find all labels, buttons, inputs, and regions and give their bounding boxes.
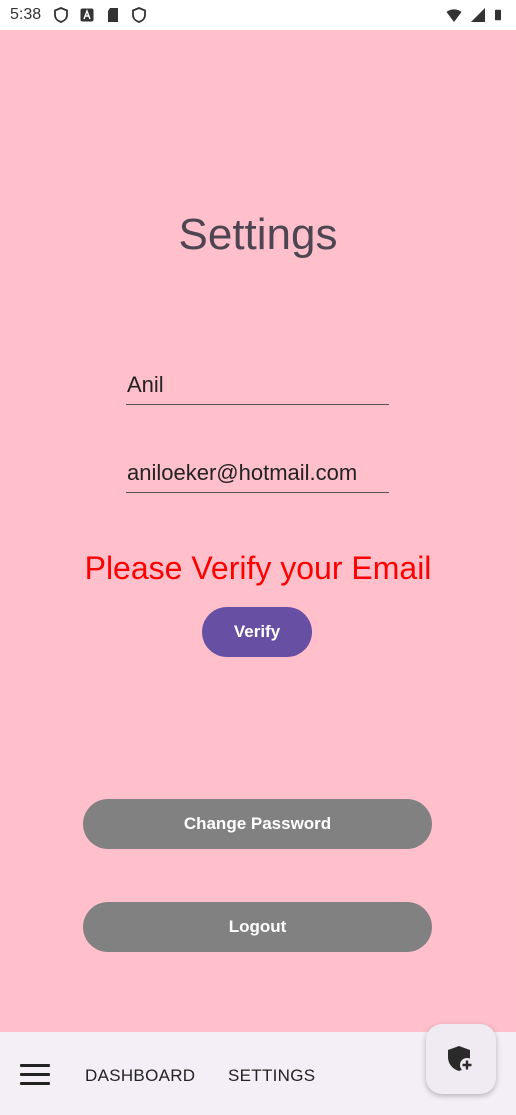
shield-icon [54, 7, 69, 23]
a-badge-icon [80, 8, 94, 22]
cell-signal-icon [471, 8, 485, 22]
nav-item-settings[interactable]: SETTINGS [228, 1066, 315, 1086]
status-notification-icons [53, 7, 147, 23]
battery-icon [495, 9, 501, 21]
status-bar: 5:38 [0, 0, 516, 30]
status-time: 5:38 [10, 6, 42, 23]
nav-item-dashboard[interactable]: DASHBOARD [85, 1066, 195, 1086]
email-field[interactable] [126, 460, 389, 493]
page-title: Settings [178, 210, 338, 259]
wifi-icon [446, 9, 462, 22]
sd-card-icon [108, 8, 119, 22]
name-field[interactable] [126, 372, 389, 405]
verify-email-message: Please Verify your Email [84, 550, 432, 586]
status-system-icons [444, 7, 504, 23]
shield-icon [132, 7, 147, 23]
change-password-button[interactable]: Change Password [83, 799, 432, 849]
settings-screen: 5:38 Settings Anil aniloeker@hotmail.com… [0, 0, 516, 1115]
verify-button[interactable]: Verify [202, 607, 312, 657]
hamburger-menu-icon[interactable] [20, 1064, 50, 1086]
add-security-fab[interactable] [426, 1024, 496, 1094]
shield-add-icon [448, 1046, 474, 1072]
logout-button[interactable]: Logout [83, 902, 432, 952]
